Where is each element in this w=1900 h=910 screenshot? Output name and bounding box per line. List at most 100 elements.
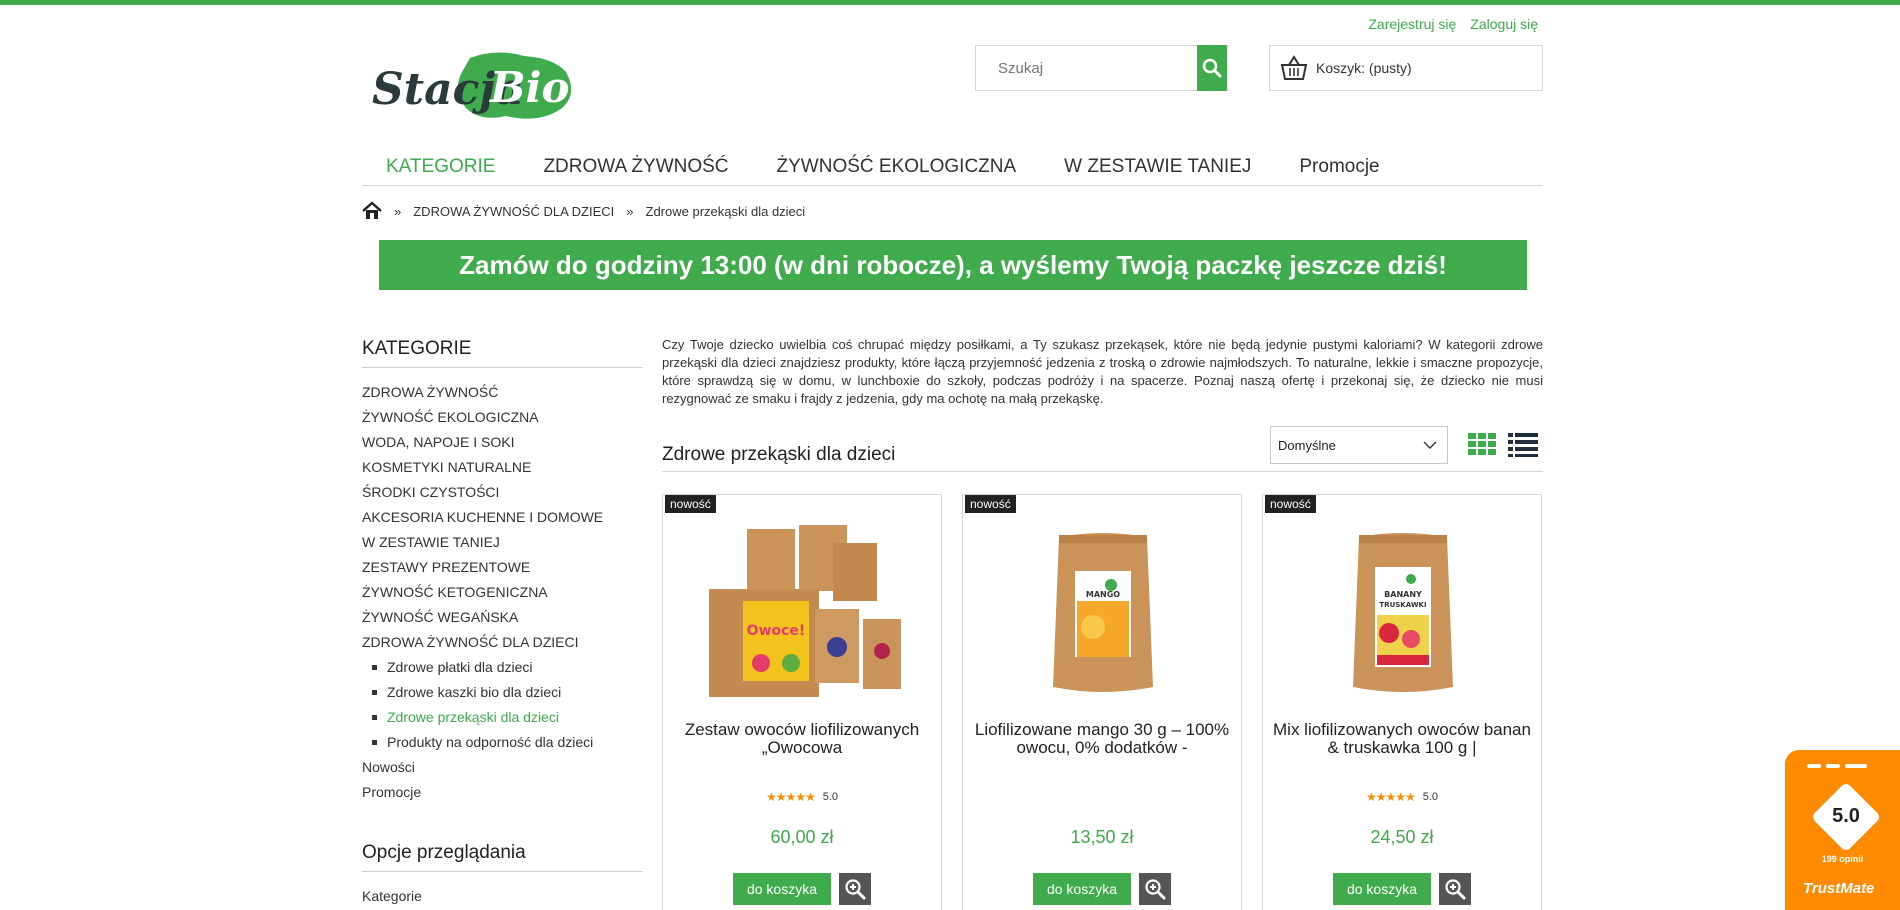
product-rating: ★★★★★ 5.0 (663, 790, 941, 804)
cart-label: Koszyk: (pusty) (1316, 60, 1412, 76)
sidebar-subitem-platki[interactable]: Zdrowe płatki dla dzieci (362, 655, 643, 680)
grid-view-icon[interactable] (1468, 433, 1496, 455)
basket-icon (1280, 55, 1308, 80)
product-list-title: Zdrowe przekąski dla dzieci (662, 444, 896, 465)
sidebar-subitem-kaszki[interactable]: Zdrowe kaszki bio dla dzieci (362, 680, 643, 705)
breadcrumb: » ZDROWA ŻYWNOŚĆ DLA DZIECI » Zdrowe prz… (362, 199, 805, 223)
sidebar-item-keto[interactable]: ŻYWNOŚĆ KETOGENICZNA (362, 580, 643, 605)
product-actions: do koszyka (1263, 873, 1541, 905)
product-card: nowość Owoce! Zestaw owoców liofilizowan… (662, 494, 942, 910)
add-to-cart-button[interactable]: do koszyka (1032, 873, 1132, 905)
search-icon (1202, 58, 1222, 78)
search-input[interactable] (976, 46, 1197, 90)
browse-option-kategorie[interactable]: Kategorie (362, 884, 643, 909)
rating-value: 5.0 (822, 791, 839, 803)
product-image[interactable]: Owoce! (703, 523, 903, 701)
sort-select-value: Domyślne (1278, 437, 1336, 453)
trustmate-reviews: 199 opinii (1821, 854, 1864, 864)
nav-item-w-zestawie-taniej[interactable]: W ZESTAWIE TANIEJ (1040, 152, 1275, 185)
sidebar-title: KATEGORIE (362, 338, 643, 368)
sidebar-item-woda-napoje[interactable]: WODA, NAPOJE I SOKI (362, 430, 643, 455)
add-to-cart-button[interactable]: do koszyka (732, 873, 832, 905)
trustmate-dots (1807, 764, 1867, 768)
svg-text:MANGO: MANGO (1086, 590, 1120, 599)
new-badge: nowość (1265, 495, 1316, 513)
rating-value: 5.0 (1422, 791, 1439, 803)
rating-stars-icon: ★★★★★ (765, 790, 816, 804)
trustmate-widget[interactable]: 5.0 199 opinii TrustMate (1785, 750, 1900, 910)
category-description: Czy Twoje dziecko uwielbia coś chrupać m… (662, 337, 1543, 406)
zoom-icon (1145, 879, 1166, 900)
trustmate-score: 5.0 (1832, 805, 1860, 827)
svg-text:Owoce!: Owoce! (747, 623, 806, 639)
site-logo[interactable]: Stacja Bio (366, 50, 580, 124)
sidebar-item-akcesoria[interactable]: AKCESORIA KUCHENNE I DOMOWE (362, 505, 643, 530)
product-image[interactable]: BANANY TRUSKAWKI (1303, 523, 1503, 701)
sidebar-item-kosmetyki[interactable]: KOSMETYKI NATURALNE (362, 455, 643, 480)
product-grid: nowość Owoce! Zestaw owoców liofilizowan… (662, 494, 1543, 910)
sidebar-item-dla-dzieci[interactable]: ZDROWA ŻYWNOŚĆ DLA DZIECI (362, 630, 643, 655)
product-card: nowość BANANY TRUSKAWKI Mix liofilizowan… (1262, 494, 1542, 910)
quick-view-button[interactable] (1439, 873, 1472, 905)
sidebar-item-promocje[interactable]: Promocje (362, 780, 643, 805)
quick-view-button[interactable] (1139, 873, 1172, 905)
product-name[interactable]: Liofilizowane mango 30 g – 100% owocu, 0… (973, 721, 1231, 757)
product-name[interactable]: Zestaw owoców liofilizowanych „Owocowa (673, 721, 931, 757)
breadcrumb-item-current: Zdrowe przekąski dla dzieci (645, 203, 806, 219)
main-content: Czy Twoje dziecko uwielbia coś chrupać m… (662, 336, 1543, 910)
product-list-header: Zdrowe przekąski dla dzieci Domyślne (662, 426, 1543, 472)
sidebar-item-nowosci[interactable]: Nowości (362, 755, 643, 780)
sidebar: KATEGORIE ZDROWA ŻYWNOŚĆ ŻYWNOŚĆ EKOLOGI… (362, 338, 643, 909)
product-name[interactable]: Mix liofilizowanych owoców banan & trusk… (1273, 721, 1531, 757)
rating-stars-icon: ★★★★★ (1365, 790, 1416, 804)
breadcrumb-separator: » (626, 203, 634, 219)
login-link[interactable]: Zaloguj się (1470, 16, 1538, 32)
cart-button[interactable]: Koszyk: (pusty) (1269, 45, 1543, 91)
nav-item-promocje[interactable]: Promocje (1275, 152, 1403, 185)
nav-item-kategorie[interactable]: KATEGORIE (362, 152, 519, 185)
nav-item-zywnosc-ekologiczna[interactable]: ŻYWNOŚĆ EKOLOGICZNA (753, 152, 1041, 185)
sidebar-subitem-przekaski[interactable]: Zdrowe przekąski dla dzieci (362, 705, 643, 730)
svg-text:TRUSKAWKI: TRUSKAWKI (1379, 601, 1426, 609)
zoom-icon (1445, 879, 1466, 900)
sidebar-item-zywnosc-ekologiczna[interactable]: ŻYWNOŚĆ EKOLOGICZNA (362, 405, 643, 430)
product-price: 13,50 zł (1070, 827, 1134, 847)
register-link[interactable]: Zarejestruj się (1368, 16, 1456, 32)
new-badge: nowość (965, 495, 1016, 513)
search-button[interactable] (1197, 45, 1227, 91)
product-rating: ★★★★★ 5.0 (1263, 790, 1541, 804)
product-actions: do koszyka (963, 873, 1241, 905)
sidebar-subitem-odpornosc[interactable]: Produkty na odporność dla dzieci (362, 730, 643, 755)
top-accent-bar (0, 0, 1900, 5)
search-box (975, 45, 1227, 91)
stacja-bio-logo-icon: Stacja Bio (372, 52, 572, 119)
product-price: 60,00 zł (770, 827, 834, 847)
sidebar-item-zestawy-prezentowe[interactable]: ZESTAWY PREZENTOWE (362, 555, 643, 580)
home-icon[interactable] (362, 201, 382, 221)
product-image[interactable]: MANGO (1003, 523, 1203, 701)
svg-text:Bio: Bio (489, 63, 569, 112)
main-navigation: KATEGORIE ZDROWA ŻYWNOŚĆ ŻYWNOŚĆ EKOLOGI… (362, 152, 1543, 186)
breadcrumb-separator: » (394, 203, 402, 219)
product-card: nowość MANGO Liofilizowane mango 30 g – … (962, 494, 1242, 910)
product-actions: do koszyka (663, 873, 941, 905)
zoom-icon (845, 879, 866, 900)
sort-select[interactable]: Domyślne (1270, 426, 1448, 464)
trustmate-brand: TrustMate (1803, 880, 1875, 897)
sidebar-item-zdrowa-zywnosc[interactable]: ZDROWA ŻYWNOŚĆ (362, 380, 643, 405)
quick-view-button[interactable] (839, 873, 872, 905)
user-links: Zarejestruj się Zaloguj się (1368, 16, 1538, 32)
shipping-banner: Zamów do godziny 13:00 (w dni robocze), … (379, 240, 1527, 290)
new-badge: nowość (665, 495, 716, 513)
sidebar-item-weganska[interactable]: ŻYWNOŚĆ WEGAŃSKA (362, 605, 643, 630)
sidebar-item-w-zestawie-taniej[interactable]: W ZESTAWIE TANIEJ (362, 530, 643, 555)
list-view-icon[interactable] (1508, 433, 1538, 457)
sidebar-item-srodki-czystosci[interactable]: ŚRODKI CZYSTOŚCI (362, 480, 643, 505)
nav-item-zdrowa-zywnosc[interactable]: ZDROWA ŻYWNOŚĆ (519, 152, 752, 185)
browse-options-title: Opcje przeglądania (362, 842, 643, 872)
chevron-down-icon (1423, 441, 1437, 449)
add-to-cart-button[interactable]: do koszyka (1332, 873, 1432, 905)
product-price: 24,50 zł (1370, 827, 1434, 847)
svg-text:BANANY: BANANY (1384, 590, 1422, 599)
breadcrumb-item-parent[interactable]: ZDROWA ŻYWNOŚĆ DLA DZIECI (413, 204, 614, 219)
